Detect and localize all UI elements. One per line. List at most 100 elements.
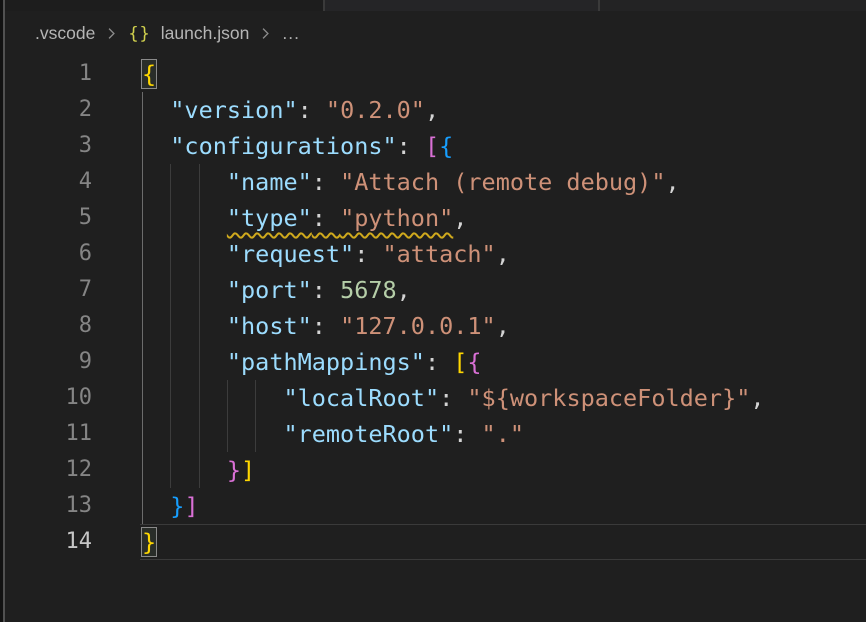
token-str: "attach"	[383, 240, 496, 268]
code-text: "remoteRoot": "."	[142, 416, 524, 452]
token-punct: :	[397, 132, 425, 160]
code-line[interactable]: 4 "name": "Attach (remote debug)",	[5, 164, 866, 200]
tab-separator	[598, 0, 600, 11]
token-key: "port"	[227, 276, 312, 304]
line-number[interactable]: 2	[5, 92, 92, 128]
token-str: "0.2.0"	[326, 96, 425, 124]
tab-separator	[323, 0, 325, 11]
breadcrumb-folder[interactable]: .vscode	[35, 23, 95, 44]
code-line[interactable]: 8 "host": "127.0.0.1",	[5, 308, 866, 344]
token-punct: :	[312, 168, 340, 196]
token-b2: [	[425, 132, 439, 160]
breadcrumb-symbol-ellipsis[interactable]: ...	[282, 23, 300, 44]
code-text: "pathMappings": [{	[142, 344, 482, 380]
active-tab-edge[interactable]	[0, 0, 323, 11]
token-str: "127.0.0.1"	[340, 312, 496, 340]
token-key: "remoteRoot"	[283, 420, 453, 448]
token-key: "request"	[227, 240, 354, 268]
token-b1: ]	[241, 456, 255, 484]
token-key: "type"	[227, 204, 312, 232]
code-text: "host": "127.0.0.1",	[142, 308, 510, 344]
code-text: "request": "attach",	[142, 236, 510, 272]
token-key: "version"	[170, 96, 297, 124]
chevron-right-icon	[105, 27, 118, 40]
token-punct: ,	[453, 204, 467, 232]
token-b1: [	[453, 348, 467, 376]
code-text: "version": "0.2.0",	[142, 92, 439, 128]
token-punct: :	[312, 312, 340, 340]
code-text: "localRoot": "${workspaceFolder}",	[142, 380, 765, 416]
token-punct: ,	[425, 96, 439, 124]
line-number[interactable]: 4	[5, 164, 92, 200]
code-text: {	[142, 56, 156, 92]
code-text: }]	[142, 488, 199, 524]
code-text: }]	[142, 452, 255, 488]
bracket-match: {	[142, 60, 156, 88]
code-text: }	[142, 524, 156, 560]
json-file-icon: {}	[128, 24, 150, 44]
editor[interactable]: 1{2"version": "0.2.0",3"configurations":…	[5, 56, 866, 622]
token-punct: ,	[397, 276, 411, 304]
token-punct: ,	[665, 168, 679, 196]
token-num: 5678	[340, 276, 397, 304]
code-text: "type": "python",	[142, 200, 467, 236]
code-line[interactable]: 12}]	[5, 452, 866, 488]
code-line[interactable]: 9 "pathMappings": [{	[5, 344, 866, 380]
code-text: "port": 5678,	[142, 272, 411, 308]
token-b3: {	[439, 132, 453, 160]
code-line[interactable]: 3 "configurations": [{	[5, 128, 866, 164]
code-line[interactable]: 5 "type": "python",	[5, 200, 866, 236]
token-key: "name"	[227, 168, 312, 196]
token-str: "."	[482, 420, 524, 448]
code-line[interactable]: 1{	[5, 56, 866, 92]
line-number[interactable]: 6	[5, 236, 92, 272]
line-number[interactable]: 3	[5, 128, 92, 164]
line-number[interactable]: 7	[5, 272, 92, 308]
inactive-tab-edge[interactable]	[325, 0, 598, 11]
token-str: "Attach (remote debug)"	[340, 168, 665, 196]
token-punct: ,	[496, 240, 510, 268]
token-punct: ,	[750, 384, 764, 412]
token-punct: :	[439, 384, 467, 412]
code-text: "name": "Attach (remote debug)",	[142, 164, 680, 200]
token-punct: :	[354, 240, 382, 268]
code-line[interactable]: 6 "request": "attach",	[5, 236, 866, 272]
line-number[interactable]: 1	[5, 56, 92, 92]
line-number[interactable]: 14	[5, 524, 92, 560]
bracket-match: }	[142, 528, 156, 556]
current-line-highlight	[140, 524, 866, 560]
warning-squiggle: "type": "python"	[227, 204, 453, 232]
code-line[interactable]: 2 "version": "0.2.0",	[5, 92, 866, 128]
token-punct: :	[425, 348, 453, 376]
token-b3: }	[170, 492, 184, 520]
code-line[interactable]: 10 "localRoot": "${workspaceFolder}",	[5, 380, 866, 416]
token-str: "${workspaceFolder}"	[467, 384, 750, 412]
line-number[interactable]: 13	[5, 488, 92, 524]
line-number[interactable]: 8	[5, 308, 92, 344]
chevron-right-icon	[259, 27, 272, 40]
token-key: "pathMappings"	[227, 348, 425, 376]
token-key: "localRoot"	[283, 384, 439, 412]
token-b2: ]	[184, 492, 198, 520]
breadcrumb-file[interactable]: launch.json	[161, 23, 250, 44]
token-b2: {	[467, 348, 481, 376]
line-number[interactable]: 11	[5, 416, 92, 452]
token-punct: ,	[496, 312, 510, 340]
code-line[interactable]: 7 "port": 5678,	[5, 272, 866, 308]
token-key: "host"	[227, 312, 312, 340]
code-line[interactable]: 13}]	[5, 488, 866, 524]
code-text: "configurations": [{	[142, 128, 453, 164]
token-b2: }	[227, 456, 241, 484]
line-number[interactable]: 10	[5, 380, 92, 416]
line-number[interactable]: 12	[5, 452, 92, 488]
code-line[interactable]: 14}	[5, 524, 866, 560]
token-punct: :	[312, 204, 340, 232]
token-str: "python"	[340, 204, 453, 232]
tab-bar	[0, 0, 866, 11]
line-number[interactable]: 9	[5, 344, 92, 380]
line-number[interactable]: 5	[5, 200, 92, 236]
token-punct: :	[312, 276, 340, 304]
token-key: "configurations"	[170, 132, 396, 160]
token-punct: :	[453, 420, 481, 448]
code-line[interactable]: 11 "remoteRoot": "."	[5, 416, 866, 452]
